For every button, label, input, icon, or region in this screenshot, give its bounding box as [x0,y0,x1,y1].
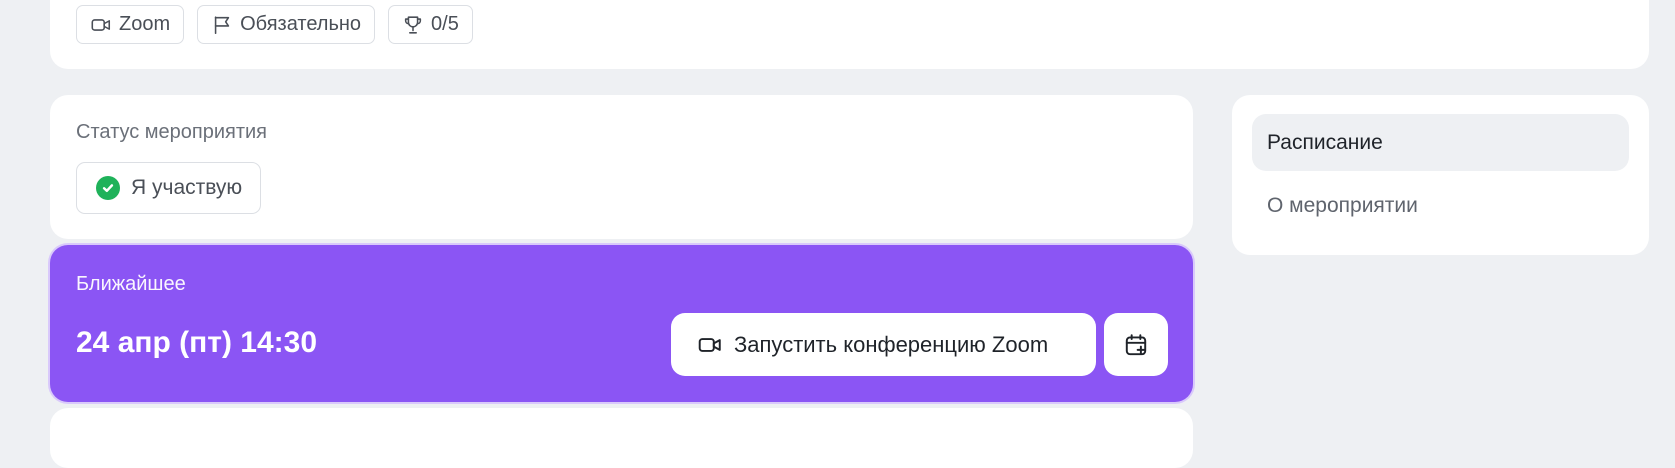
tag-label: 0/5 [431,13,459,35]
side-nav-label: О мероприятии [1267,193,1418,217]
event-header-card: Zoom Обязательно 0/5 [50,0,1649,69]
flag-icon [214,15,230,34]
tag-label: Обязательно [240,13,362,35]
side-navigation: Расписание О мероприятии [1232,95,1649,255]
side-nav-schedule[interactable]: Расписание [1252,114,1629,171]
tag-mandatory: Обязательно [197,5,376,44]
tag-zoom: Zoom [76,5,185,44]
launch-zoom-label: Запустить конференцию Zoom [734,331,1049,357]
participation-status-button[interactable]: Я участвую [76,162,262,214]
trophy-icon [404,15,422,34]
event-tags: Zoom Обязательно 0/5 [76,5,473,44]
video-camera-icon [91,18,111,31]
side-nav-about[interactable]: О мероприятии [1252,177,1629,234]
side-nav-label: Расписание [1267,130,1383,154]
launch-zoom-button[interactable]: Запустить конференцию Zoom [671,313,1096,376]
status-title: Статус мероприятия [76,121,268,143]
tag-score: 0/5 [388,5,473,44]
check-circle-icon [96,176,120,200]
next-session-title: Ближайшее [76,273,186,295]
add-to-calendar-button[interactable] [1104,313,1168,376]
event-status-card: Статус мероприятия Я участвую [50,95,1193,239]
status-value: Я участвую [131,176,243,199]
event-details-card [50,408,1193,468]
tag-label: Zoom [119,13,171,35]
video-camera-icon [698,337,721,352]
next-session-datetime: 24 апр (пт) 14:30 [76,326,318,359]
next-session-card: Ближайшее 24 апр (пт) 14:30 Запустить ко… [50,245,1193,402]
calendar-plus-icon [1125,333,1147,355]
